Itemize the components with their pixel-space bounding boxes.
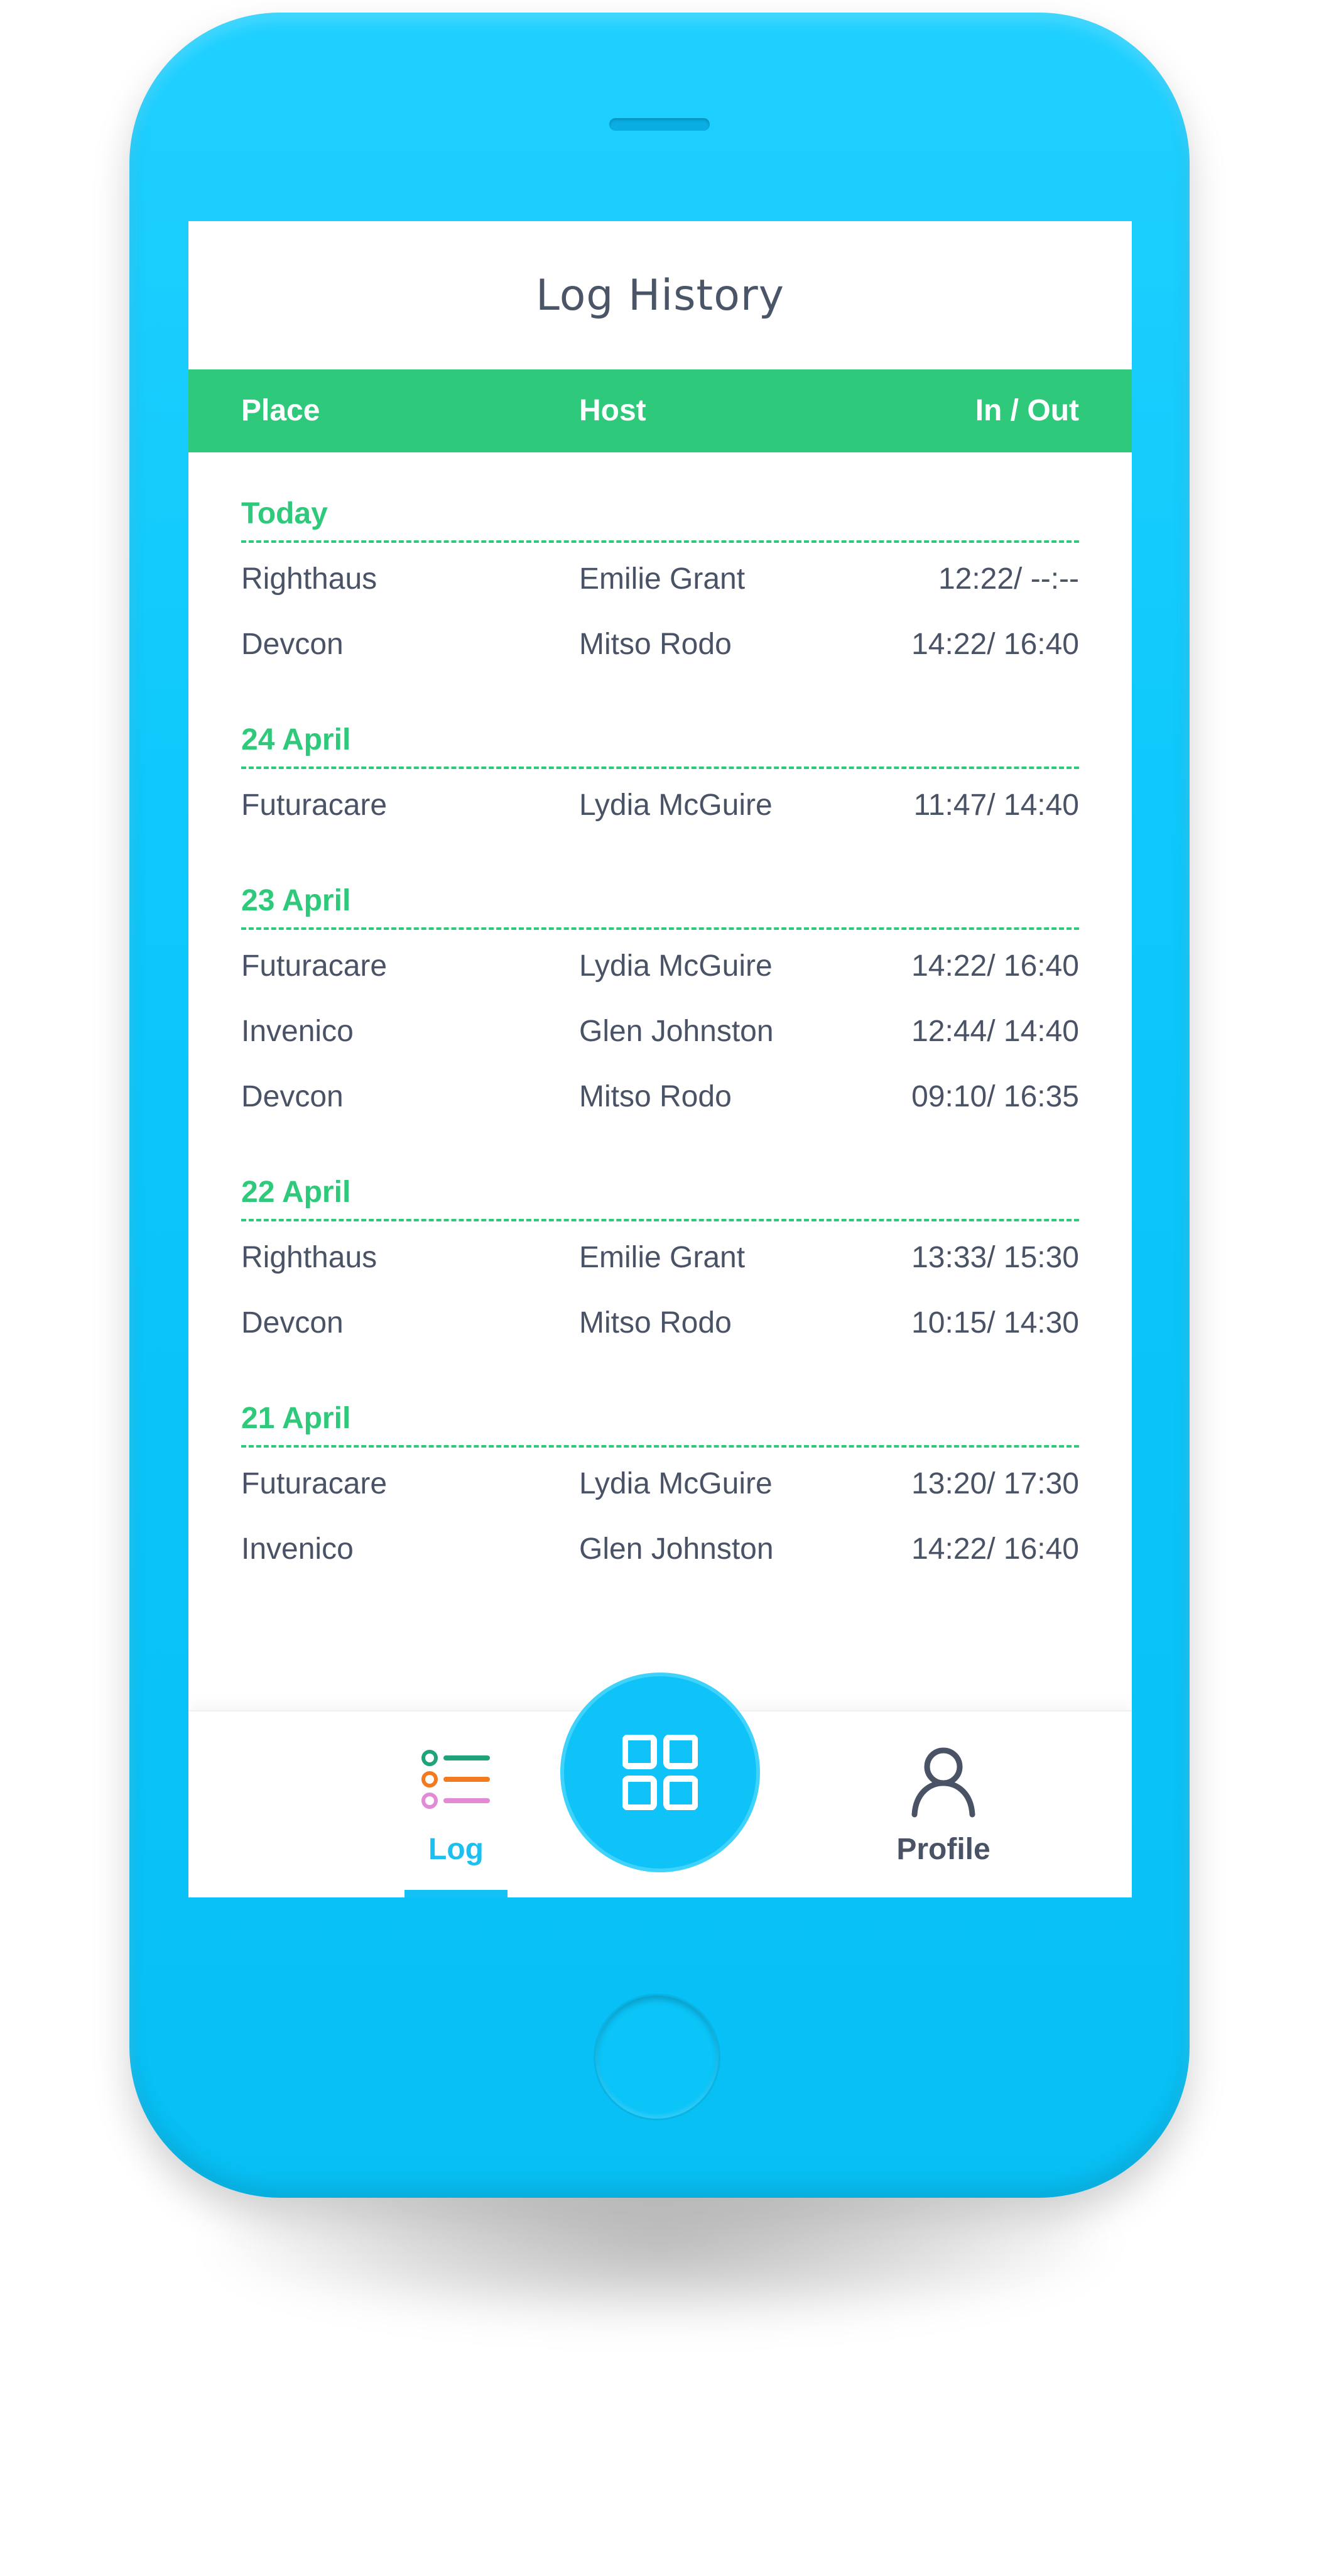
log-host: Lydia McGuire [579, 789, 773, 822]
active-tab-indicator [404, 1890, 508, 1897]
log-row[interactable]: Righthaus Emilie Grant 13:33/ 15:30 [241, 1239, 1079, 1277]
group-divider [241, 767, 1079, 769]
log-in-out-time: 11:47/ 14:40 [913, 789, 1079, 822]
log-host: Emilie Grant [579, 562, 746, 596]
column-header-host: Host [579, 394, 646, 427]
log-place: Invenico [241, 1015, 354, 1048]
page-title: Log History [536, 270, 784, 320]
log-host: Lydia McGuire [579, 1467, 773, 1500]
log-row[interactable]: Devcon Mitso Rodo 09:10/ 16:35 [241, 1078, 1079, 1116]
log-row[interactable]: Futuracare Lydia McGuire 13:20/ 17:30 [241, 1465, 1079, 1503]
column-header-in-out: In / Out [975, 394, 1079, 427]
log-host: Lydia McGuire [579, 949, 773, 983]
log-row[interactable]: Invenico Glen Johnston 12:44/ 14:40 [241, 1013, 1079, 1051]
log-place: Devcon [241, 1080, 344, 1113]
group-divider [241, 540, 1079, 543]
home-button[interactable] [595, 1995, 719, 2119]
column-header: Place Host In / Out [188, 369, 1132, 452]
log-place: Futuracare [241, 949, 388, 983]
group-divider [241, 1445, 1079, 1448]
tab-log-label: Log [428, 1833, 484, 1866]
log-in-out-time: 10:15/ 14:30 [911, 1306, 1079, 1340]
log-place: Devcon [241, 628, 344, 661]
log-row[interactable]: Futuracare Lydia McGuire 11:47/ 14:40 [241, 787, 1079, 824]
tab-log[interactable]: Log [349, 1711, 563, 1897]
log-row[interactable]: Invenico Glen Johnston 14:22/ 16:40 [241, 1531, 1079, 1568]
group-date-label: 22 April [241, 1176, 351, 1209]
log-place: Futuracare [241, 1467, 388, 1500]
log-place: Devcon [241, 1306, 344, 1340]
log-place: Futuracare [241, 789, 388, 822]
log-row[interactable]: Devcon Mitso Rodo 10:15/ 14:30 [241, 1304, 1079, 1342]
log-in-out-time: 14:22/ 16:40 [911, 628, 1079, 661]
tab-profile[interactable]: Profile [837, 1711, 1050, 1897]
log-in-out-time: 14:22/ 16:40 [911, 949, 1079, 983]
log-host: Glen Johnston [579, 1532, 774, 1566]
list-icon [421, 1750, 490, 1809]
scan-button[interactable] [564, 1676, 756, 1869]
group-divider [241, 927, 1079, 930]
log-in-out-time: 12:44/ 14:40 [911, 1015, 1079, 1048]
group-date-label: 21 April [241, 1402, 351, 1435]
title-bar: Log History [188, 221, 1132, 369]
app-screen: Log History Place Host In / Out Today Rig… [188, 221, 1132, 1897]
log-in-out-time: 12:22/ --:-- [938, 562, 1079, 596]
group-date-label: Today [241, 497, 328, 530]
group-date-label: 23 April [241, 884, 351, 917]
log-row[interactable]: Futuracare Lydia McGuire 14:22/ 16:40 [241, 947, 1079, 985]
log-host: Mitso Rodo [579, 1306, 732, 1340]
user-icon [911, 1747, 975, 1818]
log-host: Mitso Rodo [579, 1080, 732, 1113]
phone-speaker [609, 118, 710, 131]
log-in-out-time: 13:20/ 17:30 [911, 1467, 1079, 1500]
log-host: Glen Johnston [579, 1015, 774, 1048]
log-host: Emilie Grant [579, 1241, 746, 1274]
column-header-place: Place [241, 394, 320, 427]
log-row[interactable]: Devcon Mitso Rodo 14:22/ 16:40 [241, 626, 1079, 663]
log-in-out-time: 09:10/ 16:35 [911, 1080, 1079, 1113]
log-row[interactable]: Righthaus Emilie Grant 12:22/ --:-- [241, 560, 1079, 598]
group-divider [241, 1219, 1079, 1221]
log-in-out-time: 13:33/ 15:30 [911, 1241, 1079, 1274]
tab-profile-label: Profile [896, 1833, 991, 1866]
log-host: Mitso Rodo [579, 628, 732, 661]
qr-grid-icon [622, 1735, 698, 1810]
stage: Log History Place Host In / Out Today Rig… [0, 0, 1319, 2576]
log-in-out-time: 14:22/ 16:40 [911, 1532, 1079, 1566]
log-place: Righthaus [241, 562, 377, 596]
log-place: Invenico [241, 1532, 354, 1566]
group-date-label: 24 April [241, 723, 351, 756]
log-place: Righthaus [241, 1241, 377, 1274]
